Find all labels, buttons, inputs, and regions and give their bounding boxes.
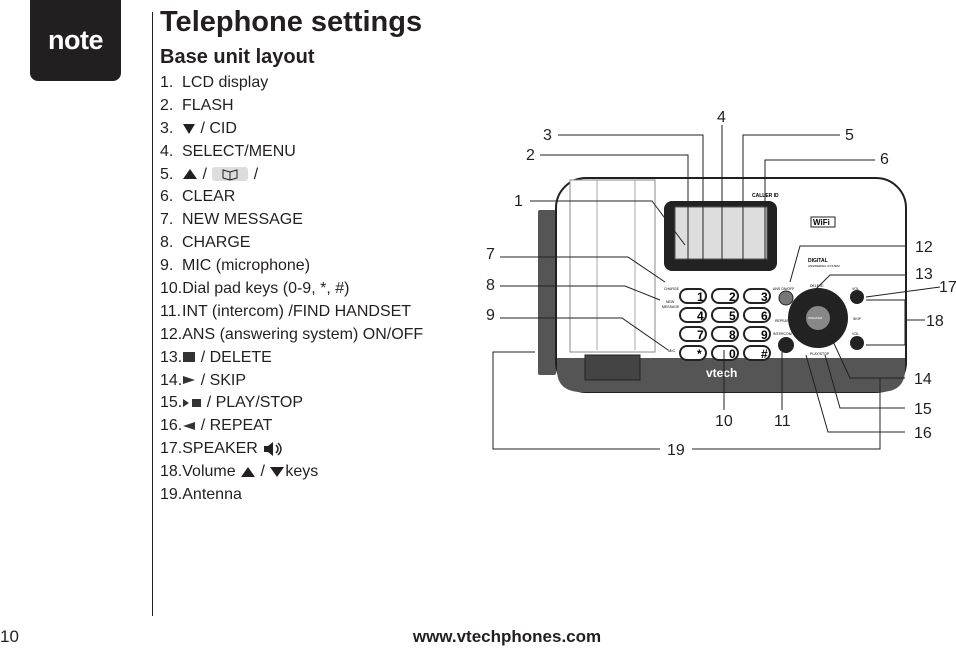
- svg-text:VOL: VOL: [852, 332, 859, 336]
- svg-text:6: 6: [761, 309, 768, 323]
- handset-cradle: [569, 179, 656, 353]
- svg-text:7: 7: [486, 246, 495, 263]
- dial-key: 9: [743, 326, 771, 342]
- svg-text:6: 6: [880, 151, 889, 168]
- dial-key: 3: [743, 288, 771, 304]
- dial-key: *: [679, 345, 707, 361]
- svg-text:SPEAKER: SPEAKER: [808, 316, 823, 320]
- svg-text:SKIP: SKIP: [853, 317, 862, 321]
- svg-text:MIC: MIC: [668, 348, 675, 353]
- base-unit-illustration: FLASH CLEAR CALLER ID WiFi DIGITAL ANSWE…: [486, 109, 956, 459]
- dial-key: 4: [679, 307, 707, 323]
- svg-text:10: 10: [715, 413, 733, 430]
- left-antenna: [538, 210, 556, 375]
- svg-text:WiFi: WiFi: [813, 218, 830, 227]
- svg-text:vtech: vtech: [706, 366, 737, 380]
- dial-key: 2: [711, 288, 739, 304]
- svg-text:NEW: NEW: [666, 300, 675, 304]
- svg-text:#: #: [761, 347, 768, 361]
- svg-text:ANSWERING SYSTEM: ANSWERING SYSTEM: [808, 264, 840, 268]
- svg-text:7: 7: [697, 328, 704, 342]
- svg-text:12: 12: [915, 239, 933, 256]
- dial-key: 5: [711, 307, 739, 323]
- svg-text:REPEAT: REPEAT: [775, 319, 790, 323]
- lcd-display: [674, 206, 768, 260]
- svg-text:11: 11: [774, 413, 791, 430]
- dial-key: 7: [679, 326, 707, 342]
- svg-text:16: 16: [914, 425, 932, 442]
- svg-text:INTERCOM: INTERCOM: [773, 332, 792, 336]
- svg-text:14: 14: [914, 371, 932, 388]
- svg-text:MESSAGE: MESSAGE: [662, 305, 680, 309]
- svg-text:19: 19: [667, 442, 685, 459]
- svg-text:8: 8: [729, 328, 736, 342]
- dial-key: 0: [711, 345, 739, 361]
- dial-key: 1: [679, 288, 707, 304]
- dial-key: #: [743, 345, 771, 361]
- svg-text:CHARGE: CHARGE: [664, 287, 680, 291]
- svg-text:3: 3: [543, 127, 552, 144]
- svg-text:2: 2: [729, 290, 736, 304]
- svg-text:9: 9: [486, 307, 495, 324]
- svg-text:15: 15: [914, 401, 932, 418]
- svg-text:13: 13: [915, 266, 933, 283]
- svg-text:3: 3: [761, 290, 768, 304]
- svg-text:4: 4: [717, 109, 726, 126]
- svg-text:5: 5: [729, 309, 736, 323]
- svg-text:18: 18: [926, 313, 944, 330]
- svg-text:17: 17: [939, 279, 956, 296]
- svg-text:2: 2: [526, 147, 535, 164]
- svg-text:FLASH: FLASH: [675, 274, 692, 280]
- dial-key: 8: [711, 326, 739, 342]
- svg-text:4: 4: [697, 309, 704, 323]
- svg-text:CLEAR: CLEAR: [757, 274, 774, 280]
- svg-text:5: 5: [845, 127, 854, 144]
- svg-text:8: 8: [486, 277, 495, 294]
- svg-text:1: 1: [514, 193, 523, 210]
- svg-text:1: 1: [697, 290, 704, 304]
- dial-key: 6: [743, 307, 771, 323]
- footer-url: www.vtechphones.com: [412, 627, 602, 646]
- svg-text:0: 0: [729, 347, 736, 361]
- svg-text:PLAY/STOP: PLAY/STOP: [810, 352, 830, 356]
- svg-text:ANS ON/OFF: ANS ON/OFF: [773, 287, 794, 291]
- svg-text:CALLER ID: CALLER ID: [752, 193, 779, 199]
- svg-text:9: 9: [761, 328, 768, 342]
- svg-text:*: *: [697, 347, 702, 361]
